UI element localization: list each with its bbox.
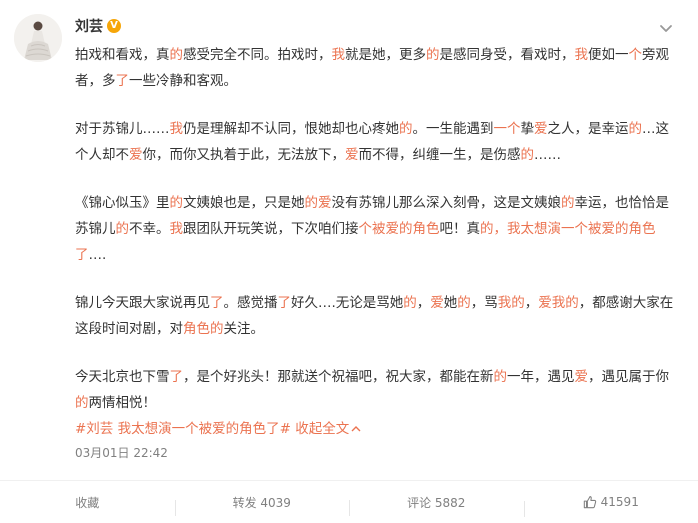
post-text: ， bbox=[417, 295, 431, 311]
verified-badge-icon: V bbox=[107, 19, 121, 33]
post-content: 拍戏和看戏，真的感受完全不同。拍戏时，我就是她，更多的是感同身受，看戏时，我便如… bbox=[75, 42, 675, 442]
post-text: ，骂 bbox=[471, 295, 498, 311]
post-text: 跟团队开玩笑说，下次咱们接 bbox=[183, 221, 359, 237]
post-text: 好久….无论是骂她 bbox=[291, 295, 403, 311]
highlighted-text: 我 bbox=[575, 47, 589, 63]
chevron-down-icon[interactable] bbox=[658, 20, 674, 36]
highlighted-text: 爱 bbox=[534, 121, 548, 137]
highlighted-text: 的 bbox=[494, 369, 508, 385]
post-text: 仍是理解却不认同，恨她却也心疼她 bbox=[183, 121, 399, 137]
post-text: 对于苏锦儿…… bbox=[75, 121, 170, 137]
post-timestamp[interactable]: 03月01日 22:42 bbox=[75, 444, 168, 461]
post-text: 。一生能遇到 bbox=[413, 121, 494, 137]
post-text: ，遇见属 bbox=[588, 369, 642, 385]
post-text: 《锦心似玉》里 bbox=[75, 195, 170, 211]
avatar-image bbox=[14, 14, 62, 62]
highlighted-text: 爱我的 bbox=[538, 295, 579, 311]
post-text: 一些冷静和客观。 bbox=[129, 73, 237, 89]
post-text: 于你 bbox=[642, 369, 669, 385]
highlighted-text: 爱 bbox=[129, 147, 143, 163]
highlighted-text: 个被爱的角色 bbox=[359, 221, 440, 237]
favorite-label: 收藏 bbox=[75, 494, 99, 511]
post-text: 两情相悦！ bbox=[89, 395, 157, 411]
post-text: 感受完全不同。拍戏时， bbox=[183, 47, 332, 63]
highlighted-text: 的 bbox=[457, 295, 471, 311]
hashtag-link[interactable]: #刘芸 我太想演一个被爱的角色了# bbox=[75, 421, 291, 437]
action-bar: 收藏 转发 4039 评论 5882 41591 bbox=[0, 480, 698, 523]
post-text: 一年，遇见 bbox=[507, 369, 575, 385]
highlighted-text: 了 bbox=[278, 295, 292, 311]
post-text: ，都感谢大 bbox=[579, 295, 647, 311]
highlighted-text: 的爱 bbox=[305, 195, 332, 211]
like-button[interactable]: 41591 bbox=[524, 495, 698, 509]
highlighted-text: 个 bbox=[629, 47, 643, 63]
post-text: …. bbox=[89, 247, 107, 263]
highlighted-text: 我 bbox=[170, 121, 184, 137]
post-text: 就是她，更多 bbox=[345, 47, 426, 63]
favorite-button[interactable]: 收藏 bbox=[0, 494, 175, 511]
highlighted-text: 的 bbox=[521, 147, 535, 163]
highlighted-text: 了 bbox=[210, 295, 224, 311]
post-text: 你，而你又执着于此，无法放下， bbox=[143, 147, 346, 163]
highlighted-text: 的 bbox=[399, 121, 413, 137]
highlighted-text: 的，我太想演一个被爱 bbox=[480, 221, 615, 237]
collapse-button[interactable]: 收起全文 bbox=[295, 421, 361, 437]
post-text: ， bbox=[525, 295, 539, 311]
post-author: 刘芸 V bbox=[75, 16, 121, 36]
avatar[interactable] bbox=[14, 14, 62, 62]
post-text: 锦儿今天跟大家说再见 bbox=[75, 295, 210, 311]
post-text: 今天北京也下雪 bbox=[75, 369, 170, 385]
highlighted-text: 角色的 bbox=[183, 321, 224, 337]
post-text: 文姨娘也是，只是她 bbox=[183, 195, 305, 211]
post-text: 关注。 bbox=[224, 321, 265, 337]
highlighted-text: 了 bbox=[116, 73, 130, 89]
highlighted-text: 的 bbox=[426, 47, 440, 63]
like-count: 41591 bbox=[601, 495, 639, 509]
post-text: 拍戏和看戏，真 bbox=[75, 47, 170, 63]
post-text: ，是个好兆头！那就送个祝福吧，祝大家，都能在新 bbox=[183, 369, 494, 385]
highlighted-text: 我 bbox=[332, 47, 346, 63]
highlighted-text: 的 bbox=[170, 47, 184, 63]
post-text: 幸运，也恰 bbox=[575, 195, 643, 211]
collapse-label: 收起全文 bbox=[295, 421, 349, 437]
chevron-up-icon bbox=[351, 425, 361, 433]
post-text: 之人，是幸运 bbox=[548, 121, 629, 137]
highlighted-text: 爱 bbox=[430, 295, 444, 311]
highlighted-text: 我的 bbox=[498, 295, 525, 311]
comment-button[interactable]: 评论 5882 bbox=[349, 494, 524, 511]
post-text: 而不得，纠缠一生，是伤感 bbox=[359, 147, 521, 163]
highlighted-text: 的 bbox=[561, 195, 575, 211]
post-text: 不幸。 bbox=[129, 221, 170, 237]
post-paragraph: 《锦心似玉》里的文姨娘也是，只是她的爱没有苏锦儿那么深入刻骨，这是文姨娘的幸运，… bbox=[75, 190, 675, 268]
comment-label: 评论 5882 bbox=[407, 494, 465, 511]
post-text: 。感觉播 bbox=[224, 295, 278, 311]
post-text: 便如一 bbox=[588, 47, 629, 63]
repost-button[interactable]: 转发 4039 bbox=[175, 494, 350, 511]
highlighted-text: 的 bbox=[75, 395, 89, 411]
post-paragraph: 拍戏和看戏，真的感受完全不同。拍戏时，我就是她，更多的是感同身受，看戏时，我便如… bbox=[75, 42, 675, 94]
highlighted-text: 一个 bbox=[494, 121, 521, 137]
username[interactable]: 刘芸 bbox=[75, 16, 103, 36]
post-text: 挚 bbox=[521, 121, 535, 137]
highlighted-text: 的 bbox=[170, 195, 184, 211]
highlighted-text: 爱 bbox=[345, 147, 359, 163]
highlighted-text: 的 bbox=[403, 295, 417, 311]
post-text: 没有苏锦儿那么深入刻骨，这是文姨娘 bbox=[332, 195, 562, 211]
highlighted-text: 的 bbox=[116, 221, 130, 237]
highlighted-text: 爱 bbox=[575, 369, 589, 385]
post-paragraph: 对于苏锦儿……我仍是理解却不认同，恨她却也心疼她的。一生能遇到一个挚爱之人，是幸… bbox=[75, 116, 675, 168]
highlighted-text: 的 bbox=[629, 121, 643, 137]
highlighted-text: 了 bbox=[170, 369, 184, 385]
hashtag-line: #刘芸 我太想演一个被爱的角色了# 收起全文 bbox=[75, 416, 675, 442]
post-text: 吧！真 bbox=[440, 221, 481, 237]
post-text: 是感同身受，看戏时， bbox=[440, 47, 575, 63]
highlighted-text: 我 bbox=[170, 221, 184, 237]
post-text: …… bbox=[534, 147, 561, 163]
post-paragraph: 锦儿今天跟大家说再见了。感觉播了好久….无论是骂她的，爱她的，骂我的，爱我的，都… bbox=[75, 290, 675, 342]
post-paragraph: 今天北京也下雪了，是个好兆头！那就送个祝福吧，祝大家，都能在新的一年，遇见爱，遇… bbox=[75, 364, 675, 416]
thumbs-up-icon bbox=[583, 495, 597, 509]
post-text: 她 bbox=[444, 295, 458, 311]
repost-label: 转发 4039 bbox=[233, 494, 291, 511]
